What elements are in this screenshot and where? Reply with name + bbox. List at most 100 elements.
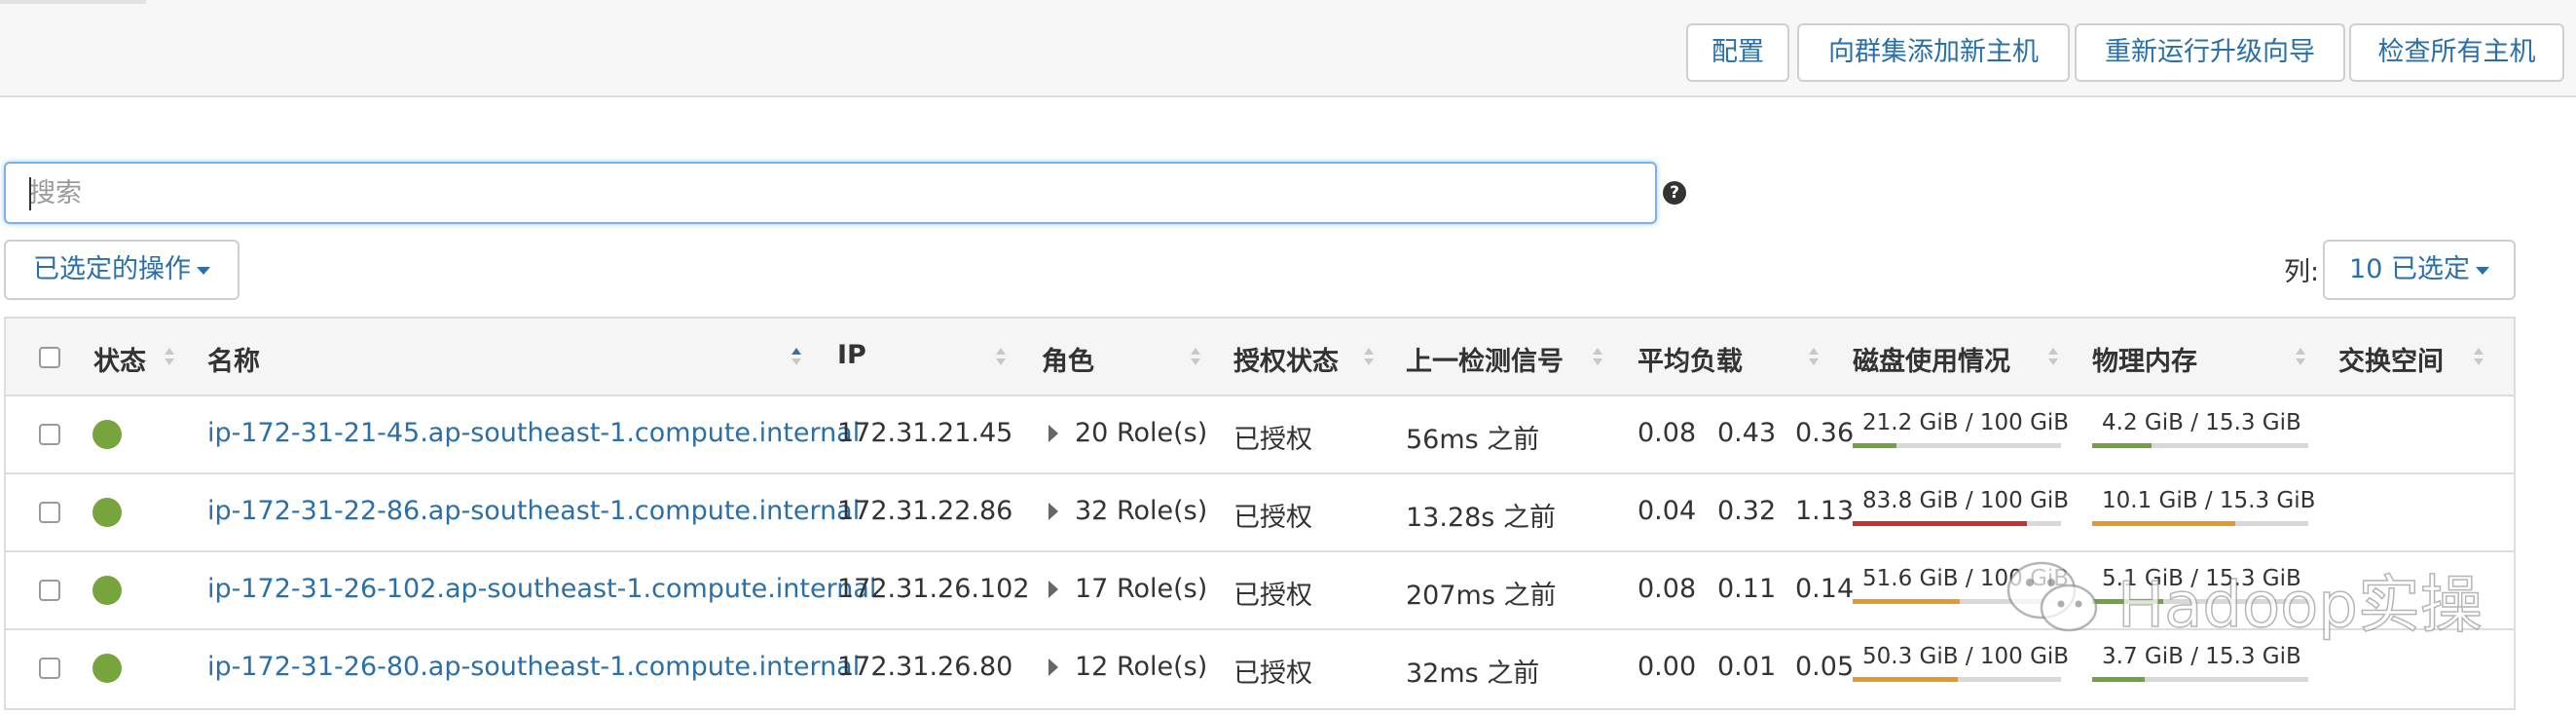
help-icon[interactable]: ? xyxy=(1663,181,1686,205)
memory-usage-text: 4.2 GiB / 15.3 GiB xyxy=(2102,410,2301,435)
header-ip[interactable]: IP xyxy=(837,340,866,370)
status-good-icon xyxy=(92,498,122,527)
disk-usage-fill xyxy=(1853,443,1897,448)
load-5min: 0.32 xyxy=(1717,496,1777,526)
host-roles[interactable]: 12 Role(s) xyxy=(1075,652,1207,682)
host-roles[interactable]: 20 Role(s) xyxy=(1075,418,1207,448)
sort-icon[interactable] xyxy=(2048,348,2058,367)
host-ip: 172.31.26.80 xyxy=(837,652,1013,682)
watermark: Hadoop实操 xyxy=(2001,553,2507,643)
load-1min: 0.00 xyxy=(1638,652,1697,682)
header-roles[interactable]: 角色 xyxy=(1042,340,1094,378)
disk-usage-fill xyxy=(1853,521,2028,526)
row-checkbox[interactable] xyxy=(39,424,60,445)
auth-status: 已授权 xyxy=(1233,659,1312,689)
host-ip: 172.31.21.45 xyxy=(837,418,1013,448)
search-box[interactable] xyxy=(4,162,1657,224)
chevron-down-icon xyxy=(197,266,210,275)
auth-status: 已授权 xyxy=(1233,425,1312,455)
search-input[interactable] xyxy=(6,164,1655,222)
rerun-upgrade-wizard-button[interactable]: 重新运行升级向导 xyxy=(2075,23,2345,82)
header-name[interactable]: 名称 xyxy=(207,340,260,378)
header-load-average[interactable]: 平均负载 xyxy=(1638,340,1743,378)
load-1min: 0.04 xyxy=(1638,496,1697,526)
chevron-right-icon[interactable] xyxy=(1049,425,1058,442)
columns-selected-label: 10 已选定 xyxy=(2349,254,2470,284)
disk-usage-text: 21.2 GiB / 100 GiB xyxy=(1862,410,2070,435)
load-5min: 0.43 xyxy=(1717,418,1777,448)
selected-actions-label: 已选定的操作 xyxy=(33,254,191,284)
status-good-icon xyxy=(92,420,122,449)
last-heartbeat: 32ms 之前 xyxy=(1406,659,1540,689)
memory-usage-fill xyxy=(2092,443,2153,448)
toolbar-tab-strip xyxy=(0,0,146,4)
load-15min: 0.36 xyxy=(1795,418,1855,448)
sort-icon[interactable] xyxy=(996,348,1006,367)
header-status[interactable]: 状态 xyxy=(93,340,146,378)
load-5min: 0.01 xyxy=(1717,652,1777,682)
memory-usage-bar xyxy=(2092,521,2308,526)
load-15min: 0.05 xyxy=(1795,652,1855,682)
last-heartbeat: 13.28s 之前 xyxy=(1406,503,1556,533)
host-ip: 172.31.26.102 xyxy=(837,574,1030,604)
auth-status: 已授权 xyxy=(1233,503,1312,533)
table-header: 状态 名称 IP 角色 授权状态 上一检测信号 平均负载 磁盘使用情况 物理内存… xyxy=(6,319,2514,396)
table-row: ip-172-31-22-86.ap-southeast-1.compute.i… xyxy=(6,474,2514,552)
memory-usage-text: 10.1 GiB / 15.3 GiB xyxy=(2102,488,2316,513)
host-name-link[interactable]: ip-172-31-26-80.ap-southeast-1.compute.i… xyxy=(207,652,860,682)
table-row: ip-172-31-21-45.ap-southeast-1.compute.i… xyxy=(6,396,2514,474)
sort-icon[interactable] xyxy=(2296,348,2305,367)
select-all-checkbox[interactable] xyxy=(39,347,60,368)
sort-icon[interactable] xyxy=(1191,348,1200,367)
host-name-link[interactable]: ip-172-31-21-45.ap-southeast-1.compute.i… xyxy=(207,418,860,448)
disk-usage-text: 50.3 GiB / 100 GiB xyxy=(1862,644,2070,669)
host-name-link[interactable]: ip-172-31-26-102.ap-southeast-1.compute.… xyxy=(207,574,876,604)
sort-icon[interactable] xyxy=(2474,348,2484,367)
selected-actions-dropdown[interactable]: 已选定的操作 xyxy=(4,240,239,300)
load-5min: 0.11 xyxy=(1717,574,1777,604)
row-checkbox[interactable] xyxy=(39,580,60,601)
memory-usage-bar xyxy=(2092,443,2308,448)
status-good-icon xyxy=(92,654,122,683)
host-roles[interactable]: 17 Role(s) xyxy=(1075,574,1207,604)
host-name-link[interactable]: ip-172-31-22-86.ap-southeast-1.compute.i… xyxy=(207,496,860,526)
hosts-table: 状态 名称 IP 角色 授权状态 上一检测信号 平均负载 磁盘使用情况 物理内存… xyxy=(4,317,2516,710)
columns-label: 列: xyxy=(2284,257,2320,287)
row-checkbox[interactable] xyxy=(39,658,60,679)
load-15min: 1.13 xyxy=(1795,496,1855,526)
sort-icon[interactable] xyxy=(1809,348,1819,367)
header-physical-memory[interactable]: 物理内存 xyxy=(2092,340,2197,378)
row-checkbox[interactable] xyxy=(39,502,60,523)
disk-usage-bar xyxy=(1853,521,2061,526)
header-last-heartbeat[interactable]: 上一检测信号 xyxy=(1406,340,1564,378)
header-swap-space[interactable]: 交换空间 xyxy=(2338,340,2444,378)
inspect-all-hosts-button[interactable]: 检查所有主机 xyxy=(2349,23,2564,82)
watermark-text: Hadoop实操 xyxy=(2116,569,2483,643)
load-1min: 0.08 xyxy=(1638,574,1697,604)
add-hosts-button[interactable]: 向群集添加新主机 xyxy=(1797,23,2070,82)
disk-usage-fill xyxy=(1853,677,1958,682)
sort-asc-icon[interactable] xyxy=(791,348,801,367)
memory-usage-fill xyxy=(2092,521,2235,526)
sort-icon[interactable] xyxy=(1593,348,1602,367)
sort-icon[interactable] xyxy=(1364,348,1374,367)
auth-status: 已授权 xyxy=(1233,581,1312,611)
columns-selected-dropdown[interactable]: 10 已选定 xyxy=(2323,240,2516,300)
last-heartbeat: 207ms 之前 xyxy=(1406,581,1557,611)
memory-usage-bar xyxy=(2092,677,2308,682)
config-button[interactable]: 配置 xyxy=(1686,23,1789,82)
chevron-right-icon[interactable] xyxy=(1049,503,1058,520)
header-auth-status[interactable]: 授权状态 xyxy=(1233,340,1339,378)
header-disk-usage[interactable]: 磁盘使用情况 xyxy=(1853,340,2010,378)
top-toolbar: 配置 向群集添加新主机 重新运行升级向导 检查所有主机 xyxy=(0,0,2576,97)
chevron-down-icon xyxy=(2475,266,2489,275)
memory-usage-fill xyxy=(2092,677,2145,682)
chevron-right-icon[interactable] xyxy=(1049,659,1058,676)
status-good-icon xyxy=(92,576,122,605)
memory-usage-text: 3.7 GiB / 15.3 GiB xyxy=(2102,644,2301,669)
host-roles[interactable]: 32 Role(s) xyxy=(1075,496,1207,526)
load-15min: 0.14 xyxy=(1795,574,1855,604)
disk-usage-fill xyxy=(1853,599,1961,604)
chevron-right-icon[interactable] xyxy=(1049,581,1058,598)
sort-icon[interactable] xyxy=(165,348,174,367)
